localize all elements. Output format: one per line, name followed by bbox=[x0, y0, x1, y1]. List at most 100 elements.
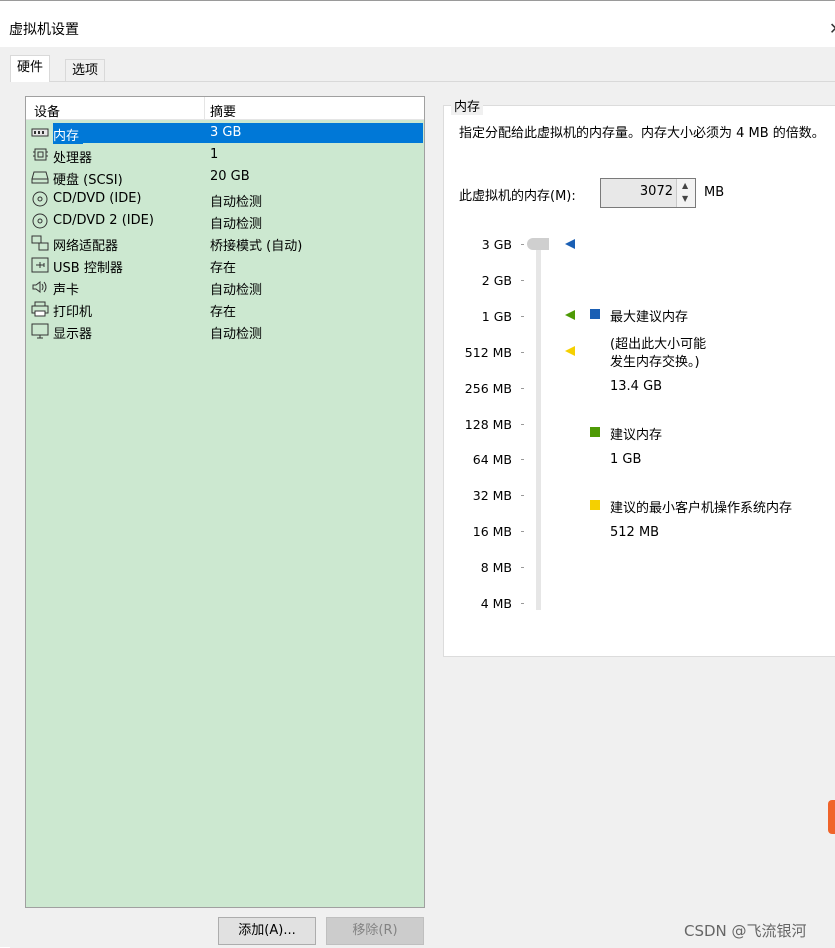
device-row-display[interactable]: 显示器 自动检测 bbox=[26, 320, 424, 342]
tick-label: 32 MB bbox=[472, 488, 512, 503]
device-summary: 自动检测 bbox=[210, 217, 263, 232]
memory-unit: MB bbox=[704, 185, 725, 200]
cd-dvd-icon bbox=[32, 191, 48, 207]
tick-mark bbox=[521, 531, 524, 532]
device-summary: 3 GB bbox=[210, 125, 242, 140]
device-row-cd-dvd-2[interactable]: CD/DVD 2 (IDE) 自动检测 bbox=[26, 210, 424, 232]
device-name: 打印机 bbox=[53, 305, 93, 320]
processor-icon bbox=[33, 148, 48, 161]
list-header: 设备 摘要 bbox=[26, 97, 424, 120]
tab-hardware[interactable]: 硬件 bbox=[10, 55, 51, 82]
tick-label: 1 GB bbox=[481, 309, 512, 324]
device-summary: 自动检测 bbox=[210, 327, 263, 342]
min-recommended-marker bbox=[565, 346, 575, 356]
device-row-sound-card[interactable]: 声卡 自动检测 bbox=[26, 276, 424, 298]
column-separator[interactable] bbox=[204, 97, 205, 119]
max-recommended-value: 13.4 GB bbox=[610, 379, 663, 394]
device-row-cd-dvd[interactable]: CD/DVD (IDE) 自动检测 bbox=[26, 188, 424, 210]
device-row-usb-controller[interactable]: USB 控制器 存在 bbox=[26, 254, 424, 276]
tick-mark bbox=[521, 316, 524, 317]
tick-label: 4 MB bbox=[480, 596, 512, 611]
device-row-hard-disk[interactable]: 硬盘 (SCSI) 20 GB bbox=[26, 166, 424, 188]
chevron-down-icon[interactable]: ▼ bbox=[682, 194, 688, 203]
hard-disk-icon bbox=[31, 171, 49, 184]
tick-label: 128 MB bbox=[464, 417, 512, 432]
device-list[interactable]: 设备 摘要 内存 3 GB 处理器 1 硬盘 (SCSI) 20 GB CD/D… bbox=[25, 96, 425, 908]
device-summary: 存在 bbox=[210, 261, 237, 276]
device-row-processor[interactable]: 处理器 1 bbox=[26, 144, 424, 166]
memory-description: 指定分配给此虚拟机的内存量。内存大小必须为 4 MB 的倍数。 bbox=[459, 126, 825, 141]
recommended-label: 建议内存 bbox=[610, 428, 663, 443]
window-title: 虚拟机设置 bbox=[9, 22, 79, 38]
min-recommended-label: 建议的最小客户机操作系统内存 bbox=[610, 501, 793, 516]
recommended-swatch bbox=[590, 427, 600, 437]
column-summary[interactable]: 摘要 bbox=[210, 101, 236, 120]
device-summary: 自动检测 bbox=[210, 195, 263, 210]
device-summary: 自动检测 bbox=[210, 283, 263, 298]
device-name: CD/DVD 2 (IDE) bbox=[53, 213, 154, 228]
memory-size-stepper[interactable]: 3072 ▲ ▼ bbox=[600, 178, 696, 208]
column-device[interactable]: 设备 bbox=[34, 101, 60, 120]
side-logo-icon bbox=[828, 800, 835, 834]
recommended-value: 1 GB bbox=[610, 452, 642, 467]
printer-icon bbox=[31, 301, 49, 317]
device-name: 硬盘 (SCSI) bbox=[53, 173, 123, 188]
tick-label: 3 GB bbox=[481, 237, 512, 252]
max-recommended-label: 最大建议内存 bbox=[610, 310, 689, 325]
device-summary: 1 bbox=[210, 147, 219, 162]
device-name: 显示器 bbox=[53, 327, 93, 342]
tick-label: 512 MB bbox=[464, 345, 512, 360]
tick-mark bbox=[521, 424, 524, 425]
tick-mark bbox=[521, 495, 524, 496]
watermark: CSDN @飞流银河 bbox=[684, 922, 807, 940]
title-bar: 虚拟机设置 ✕ bbox=[0, 0, 835, 47]
device-name: 网络适配器 bbox=[53, 239, 119, 254]
device-summary: 桥接模式 (自动) bbox=[210, 239, 303, 254]
device-name: CD/DVD (IDE) bbox=[53, 191, 142, 206]
min-recommended-value: 512 MB bbox=[610, 525, 660, 540]
monitor-icon bbox=[31, 323, 49, 339]
tick-label: 64 MB bbox=[472, 452, 512, 467]
tick-mark bbox=[521, 567, 524, 568]
stepper-buttons: ▲ ▼ bbox=[676, 179, 695, 207]
tick-label: 256 MB bbox=[464, 381, 512, 396]
min-recommended-swatch bbox=[590, 500, 600, 510]
device-row-printer[interactable]: 打印机 存在 bbox=[26, 298, 424, 320]
tick-mark bbox=[521, 388, 524, 389]
tick-label: 2 GB bbox=[481, 273, 512, 288]
usb-icon bbox=[31, 257, 49, 273]
memory-icon bbox=[31, 128, 49, 137]
cd-dvd-icon bbox=[32, 213, 48, 229]
memory-size-value[interactable]: 3072 bbox=[640, 184, 673, 199]
tick-mark bbox=[521, 280, 524, 281]
device-name: 声卡 bbox=[53, 283, 80, 298]
max-recommended-swatch bbox=[590, 309, 600, 319]
tick-mark bbox=[521, 603, 524, 604]
device-row-memory[interactable]: 内存 3 GB bbox=[26, 122, 424, 144]
close-icon[interactable]: ✕ bbox=[829, 19, 835, 37]
slider-tick-labels: 3 GB 2 GB 1 GB 512 MB 256 MB 128 MB 64 M… bbox=[452, 0, 512, 947]
tick-mark bbox=[521, 352, 524, 353]
tick-mark bbox=[521, 244, 524, 245]
recommended-marker bbox=[565, 310, 575, 320]
max-recommended-note: (超出此大小可能 bbox=[610, 337, 707, 352]
add-button[interactable]: 添加(A)... bbox=[218, 917, 316, 945]
tab-options[interactable]: 选项 bbox=[65, 59, 106, 81]
device-name: 处理器 bbox=[53, 151, 93, 166]
speaker-icon bbox=[32, 281, 47, 293]
tick-mark bbox=[521, 459, 524, 460]
device-row-network-adapter[interactable]: 网络适配器 桥接模式 (自动) bbox=[26, 232, 424, 254]
max-recommended-note-2: 发生内存交换。) bbox=[610, 355, 700, 370]
memory-slider-thumb[interactable] bbox=[527, 238, 549, 250]
network-adapter-icon bbox=[31, 235, 49, 251]
memory-slider-track[interactable] bbox=[536, 244, 541, 610]
device-name: USB 控制器 bbox=[53, 261, 123, 276]
device-summary: 存在 bbox=[210, 305, 237, 320]
tick-label: 8 MB bbox=[480, 560, 512, 575]
remove-button[interactable]: 移除(R) bbox=[326, 917, 424, 945]
device-summary: 20 GB bbox=[210, 169, 250, 184]
device-name: 内存 bbox=[53, 125, 84, 144]
max-recommended-marker bbox=[565, 239, 575, 249]
chevron-up-icon[interactable]: ▲ bbox=[682, 181, 688, 190]
tick-label: 16 MB bbox=[472, 524, 512, 539]
